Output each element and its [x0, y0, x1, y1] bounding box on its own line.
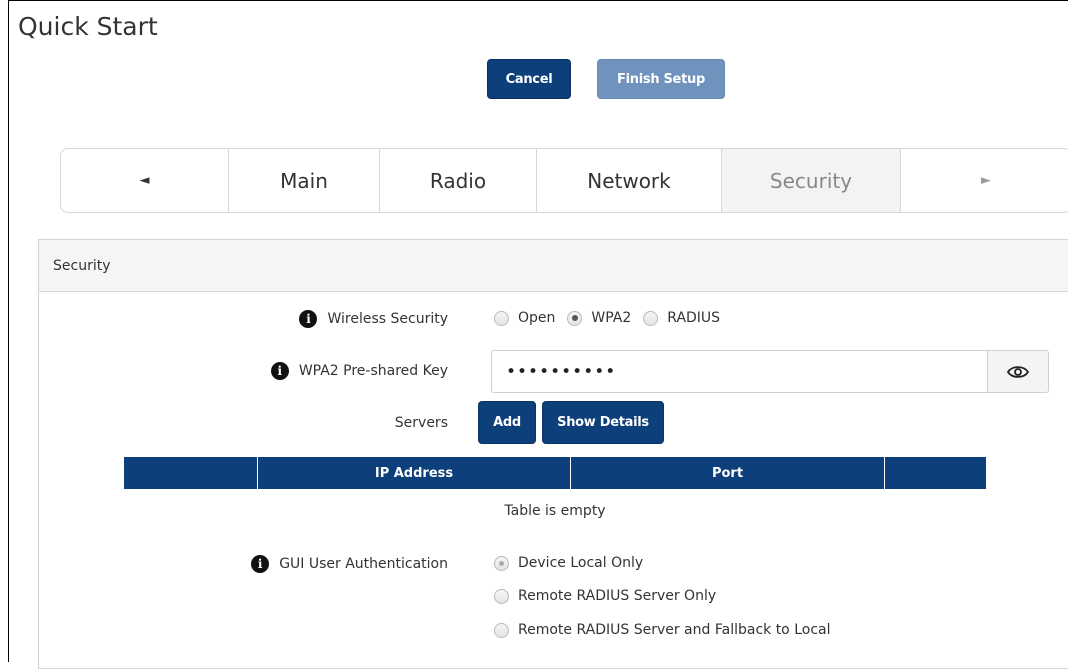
table-empty-message: Table is empty [504, 503, 606, 519]
auth-option-radius-fallback[interactable]: Remote RADIUS Server and Fallback to Loc… [494, 622, 830, 638]
tab-main[interactable]: Main [229, 149, 380, 212]
radio-wpa2[interactable] [567, 310, 583, 326]
info-icon[interactable]: i [270, 362, 289, 380]
wireless-security-radios: Open WPA2 RADIUS [494, 310, 732, 326]
window-left-border [8, 0, 9, 662]
column-port[interactable]: Port [571, 457, 885, 489]
show-details-button[interactable]: Show Details [542, 401, 664, 444]
column-ip-address[interactable]: IP Address [258, 457, 571, 489]
radio-wpa2-label: WPA2 [591, 310, 632, 326]
gui-auth-text: GUI User Authentication [279, 556, 448, 572]
auth-option-radius[interactable]: Remote RADIUS Server Only [494, 588, 716, 604]
tab-label: Security [769, 168, 853, 193]
wizard-tabs: ◄ Main Radio Network Security ► [60, 148, 1068, 213]
tab-label: Network [587, 168, 671, 193]
add-server-button[interactable]: Add [478, 401, 536, 444]
psk-text: WPA2 Pre-shared Key [298, 363, 448, 379]
arrow-right-icon: ► [981, 173, 991, 188]
info-icon[interactable]: i [251, 555, 270, 573]
panel-header: Security [39, 240, 1068, 292]
radio-device-local[interactable] [494, 555, 509, 571]
psk-input[interactable]: •••••••••• [491, 350, 988, 393]
servers-table-header: IP Address Port [124, 457, 986, 489]
radio-open-label: Open [518, 310, 556, 326]
wireless-security-text: Wireless Security [327, 311, 448, 327]
tab-network[interactable]: Network [537, 149, 722, 212]
security-panel: Security [38, 239, 1068, 669]
info-icon[interactable]: i [299, 310, 318, 328]
servers-label: Servers [394, 415, 448, 431]
psk-label: i WPA2 Pre-shared Key [240, 361, 448, 381]
radio-open[interactable] [494, 310, 509, 326]
tab-next[interactable]: ► [901, 149, 1068, 212]
page-title: Quick Start [18, 12, 158, 41]
column-select [124, 457, 258, 489]
auth-option-label: Remote RADIUS Server Only [518, 588, 717, 604]
radio-remote-radius-fallback[interactable] [494, 622, 509, 638]
auth-option-label: Remote RADIUS Server and Fallback to Loc… [518, 622, 831, 638]
radio-radius[interactable] [643, 310, 659, 326]
arrow-left-icon: ◄ [139, 173, 150, 188]
auth-option-label: Device Local Only [518, 555, 644, 571]
finish-setup-button[interactable]: Finish Setup [597, 59, 725, 99]
eye-icon [1007, 365, 1029, 378]
wireless-security-label: i Wireless Security [250, 309, 448, 329]
radio-remote-radius[interactable] [494, 588, 509, 604]
tab-label: Main [280, 168, 328, 193]
radio-radius-label: RADIUS [667, 310, 721, 326]
column-actions [885, 457, 986, 489]
tab-security[interactable]: Security [722, 149, 901, 212]
cancel-button[interactable]: Cancel [487, 59, 571, 99]
tab-prev[interactable]: ◄ [61, 149, 229, 212]
tab-label: Radio [429, 168, 487, 193]
gui-auth-label: i GUI User Authentication [220, 554, 448, 574]
show-password-button[interactable] [987, 350, 1049, 393]
window-top-border [8, 0, 1068, 1]
tab-radio[interactable]: Radio [380, 149, 537, 212]
auth-option-local[interactable]: Device Local Only [494, 555, 643, 571]
